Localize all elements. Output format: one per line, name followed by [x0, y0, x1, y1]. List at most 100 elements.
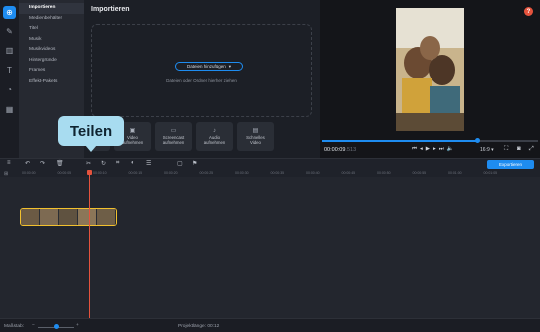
clip-thumbnail — [40, 209, 59, 225]
ruler-tick-label: 00:01:05 — [483, 171, 498, 175]
play-icon[interactable]: ▶ — [426, 146, 430, 153]
crop-icon[interactable]: ⌗ — [116, 160, 119, 167]
snapshot-icon[interactable]: ◙ — [517, 146, 521, 152]
magic-wand-icon[interactable]: ✎ — [3, 25, 16, 38]
status-bar: Maßstab: − + Projektlänge: 00:12 — [0, 318, 540, 332]
ruler-tick-label: 00:00:55 — [412, 171, 427, 175]
next-frame-icon[interactable]: ▸ — [433, 146, 436, 153]
audio-line2: aufnehmen — [203, 139, 226, 145]
zoom-out-icon[interactable]: − — [32, 323, 35, 328]
ruler-tick-label: 00:00:35 — [270, 171, 285, 175]
preview-panel: ? 00:00:09.513 ⏮ ◂ ▶ ▸ ⏭ 🔈 16:9 ▾ ⛶ ◙ ⤢ — [320, 0, 540, 158]
microphone-icon: ♪ — [213, 127, 216, 134]
zoom-in-icon[interactable]: + — [76, 323, 79, 328]
video-frame-image — [396, 8, 464, 131]
ruler-tick-label: 00:00:50 — [377, 171, 391, 175]
zoom-label: Maßstab: — [4, 324, 24, 329]
ruler-tick-label: 00:00:10 — [93, 171, 107, 175]
clip-thumbnail — [59, 209, 78, 225]
timeline-tracks[interactable] — [0, 177, 540, 318]
project-length: Projektlänge: 00:12 — [178, 324, 220, 329]
video-clip[interactable] — [20, 208, 117, 226]
screencast-line2: aufnehmen — [162, 139, 185, 145]
redo-icon[interactable]: ↷ — [40, 160, 45, 167]
sidebar-item-musikvideos[interactable]: Musikvideos — [19, 45, 84, 56]
sidebar-item-medienbehaelter[interactable]: Medienbehälter — [19, 14, 84, 25]
clip-properties-icon[interactable]: ☰ — [146, 160, 151, 167]
rotate-icon[interactable]: ↻ — [101, 160, 106, 167]
fullscreen-preview-icon[interactable]: ⛶ — [504, 146, 508, 153]
record-audio-button[interactable]: ♪ Audio aufnehmen — [196, 122, 233, 151]
monitor-icon: ▭ — [170, 127, 177, 134]
timecode-main: 00:00:09 — [324, 147, 346, 153]
more-tools-icon[interactable]: ▦ — [3, 103, 16, 116]
add-files-label: Dateien hinzufügen — [186, 64, 226, 69]
clip-thumbnail — [78, 209, 97, 225]
transitions-icon[interactable]: ▥ — [3, 44, 16, 57]
delete-icon[interactable]: 🗑 — [56, 160, 64, 167]
marker-flag-icon[interactable]: ⚑ — [192, 160, 197, 167]
scrubber-fill — [322, 140, 478, 142]
tooltip-label: Teilen — [69, 122, 113, 140]
sidebar-item-hintergruende[interactable]: Hintergründe — [19, 56, 84, 67]
expand-icon[interactable]: ⤢ — [529, 146, 534, 153]
split-tooltip: Teilen — [58, 116, 124, 152]
stickers-icon[interactable]: ◔ — [3, 83, 16, 96]
color-adjust-icon[interactable]: ◐ — [131, 160, 135, 166]
preview-scrubber[interactable] — [322, 138, 538, 143]
left-icon-bar: ⊕ ✎ ▥ T ◔ ▦ — [0, 0, 19, 158]
quick-video-button[interactable]: ▤ Schnelles Video — [237, 122, 274, 151]
export-label: Exportieren — [498, 162, 522, 167]
import-icon[interactable]: ⊕ — [3, 6, 16, 19]
ruler-tick-label: 00:01:00 — [448, 171, 462, 175]
titles-icon[interactable]: T — [3, 64, 16, 77]
clip-thumbnail — [97, 209, 116, 225]
clip-thumbnail — [21, 209, 40, 225]
tooltip-arrow — [85, 145, 97, 152]
timeline-ruler[interactable]: 00:00:00 00:00:05 00:00:10 00:00:15 00:00:20… — [19, 170, 540, 177]
ruler-tick-label: 00:00:40 — [306, 171, 320, 175]
ruler-tick-label: 00:00:30 — [235, 171, 249, 175]
aspect-ratio-select[interactable]: 16:9 ▾ — [480, 147, 494, 153]
timecode: 00:00:09.513 — [324, 147, 356, 153]
import-title: Importieren — [91, 6, 130, 13]
zoom-slider-knob[interactable] — [54, 324, 59, 329]
skip-forward-icon[interactable]: ⏭ — [439, 146, 444, 153]
camera-icon: ▣ — [129, 127, 136, 134]
skip-back-icon[interactable]: ⏮ — [412, 146, 417, 153]
video-editor-window: ⊕ ✎ ▥ T ◔ ▦ Importieren Medienbehälter T… — [0, 0, 540, 332]
drop-hint: Dateien oder Ordner hierher ziehen — [166, 78, 237, 83]
ruler-tick-label: 00:00:20 — [164, 171, 178, 175]
sidebar-item-effekt-pakets[interactable]: Effekt-Pakets — [19, 77, 84, 88]
video-preview[interactable] — [396, 8, 464, 131]
timecode-ms: .513 — [345, 147, 357, 153]
help-icon[interactable]: ? — [524, 7, 533, 16]
ruler-tick-label: 00:00:00 — [22, 171, 36, 175]
aspect-ratio-value: 16:9 — [480, 147, 490, 153]
playback-controls: ⏮ ◂ ▶ ▸ ⏭ 🔈 — [412, 146, 454, 153]
media-icon[interactable]: ▢ — [177, 160, 183, 167]
split-scissors-icon[interactable]: ✂ — [86, 160, 91, 167]
export-button[interactable]: Exportieren — [487, 160, 534, 169]
playhead[interactable] — [87, 170, 92, 318]
film-icon: ▤ — [252, 127, 259, 134]
sidebar-item-importieren[interactable]: Importieren — [19, 3, 84, 14]
ruler-tick-label: 00:00:45 — [341, 171, 356, 175]
prev-frame-icon[interactable]: ◂ — [420, 146, 423, 153]
record-video-line2: aufnehmen — [121, 139, 144, 145]
record-screencast-button[interactable]: ▭ Screencast aufnehmen — [155, 122, 192, 151]
sidebar-item-titel[interactable]: Titel — [19, 24, 84, 35]
playhead-handle[interactable] — [87, 170, 92, 175]
add-files-button[interactable]: Dateien hinzufügen ▾ — [175, 62, 243, 71]
quick-video-line2: Video — [250, 139, 261, 145]
edit-toolbar: ≡ ↶ ↷ 🗑 ✂ ↻ ⌗ ◐ ☰ ▢ ⚑ Exportieren — [0, 158, 540, 170]
sidebar-item-frames[interactable]: Frames — [19, 66, 84, 77]
chevron-down-icon: ▾ — [228, 63, 232, 69]
sidebar-item-musik[interactable]: Musik — [19, 35, 84, 46]
volume-icon[interactable]: 🔈 — [447, 146, 454, 153]
settings-sliders-icon[interactable]: ≡ — [7, 160, 11, 166]
undo-icon[interactable]: ↶ — [25, 160, 30, 167]
scrubber-knob[interactable] — [475, 138, 481, 143]
ruler-tick-label: 00:00:05 — [57, 171, 72, 175]
drop-zone[interactable]: Dateien hinzufügen ▾ Dateien oder Ordner… — [91, 24, 312, 117]
